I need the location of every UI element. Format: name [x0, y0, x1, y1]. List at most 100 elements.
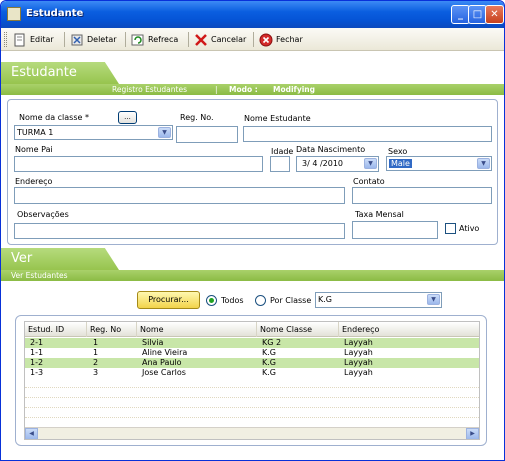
search-class-select[interactable]: K.G ▼	[315, 292, 442, 308]
cell-reg: 1	[93, 338, 99, 347]
empty-row	[25, 398, 479, 408]
class-browse-button[interactable]: ...	[118, 111, 137, 124]
cell-reg: 3	[93, 368, 99, 377]
cell-name: Ana Paulo	[142, 358, 182, 367]
toolbar-separator	[64, 32, 65, 47]
toolbar-grip[interactable]	[4, 32, 7, 47]
cell-class: K.G	[262, 358, 276, 367]
cancel-label: Cancelar	[211, 35, 247, 44]
mode-label: Modo :	[229, 85, 258, 94]
cell-reg: 2	[93, 358, 99, 367]
sex-select-value: Male	[389, 159, 412, 168]
section-title: Ver	[11, 251, 33, 266]
edit-button[interactable]: Editar	[13, 31, 54, 48]
contact-input[interactable]	[352, 187, 492, 204]
chevron-down-icon[interactable]: ▼	[364, 158, 377, 169]
column-header[interactable]: Reg. No	[87, 322, 137, 337]
reg-input[interactable]	[176, 126, 238, 143]
byclass-radio[interactable]	[255, 295, 266, 306]
active-checkbox[interactable]	[445, 223, 456, 234]
empty-row	[25, 378, 479, 388]
class-label: Nome da classe *	[19, 113, 89, 122]
student-name-input[interactable]	[243, 126, 492, 142]
table-row[interactable]: 2-1 1 Silvia KG 2 Layyah	[25, 338, 479, 348]
active-label: Ativo	[459, 224, 480, 233]
father-name-label: Nome Pai	[15, 145, 53, 154]
window-title: Estudante	[26, 8, 84, 19]
cell-name: Aline Vieira	[142, 348, 188, 357]
notes-input[interactable]	[14, 223, 345, 239]
address-input[interactable]	[14, 187, 345, 204]
section-subtitle: Ver Estudantes	[11, 271, 68, 280]
empty-row	[25, 408, 479, 418]
students-grid-panel: Estud. ID Reg. No Nome Nome Classe Ender…	[15, 315, 487, 446]
column-header[interactable]: Endereço	[339, 322, 479, 337]
close-icon	[259, 33, 273, 47]
cell-class: KG 2	[262, 338, 282, 347]
title-bar[interactable]: Estudante _ □ ✕	[1, 1, 504, 28]
chevron-down-icon[interactable]: ▼	[158, 127, 171, 138]
father-name-input[interactable]	[14, 156, 263, 172]
sex-select[interactable]: Male ▼	[386, 156, 492, 171]
toolbar-separator	[253, 32, 254, 47]
edit-icon	[13, 33, 27, 47]
refresh-icon	[131, 33, 145, 47]
toolbar-separator	[125, 32, 126, 47]
monthly-fee-input[interactable]	[352, 221, 438, 239]
cell-address: Layyah	[344, 348, 373, 357]
all-radio[interactable]	[206, 295, 217, 306]
student-form: Nome da classe * ... TURMA 1 ▼ Reg. No. …	[7, 99, 498, 245]
close-button[interactable]: Fechar	[259, 31, 303, 48]
main-window: Estudante _ □ ✕ Editar Deletar Refreca C…	[0, 0, 505, 461]
age-label: Idade	[271, 147, 293, 156]
dob-picker[interactable]: 3/ 4 /2010 ▼	[296, 156, 379, 172]
cell-id: 1-3	[30, 368, 44, 377]
cancel-icon	[194, 33, 208, 47]
student-section-banner: Estudante Registro Estudantes | Modo : M…	[1, 62, 504, 95]
section-tab: Ver	[1, 248, 119, 270]
mode-value: Modifying	[273, 85, 315, 94]
chevron-down-icon[interactable]: ▼	[427, 294, 440, 305]
column-header[interactable]: Estud. ID	[25, 322, 87, 337]
cell-id: 1-2	[30, 358, 44, 367]
toolbar-separator	[188, 32, 189, 47]
students-grid[interactable]: Estud. ID Reg. No Nome Nome Classe Ender…	[24, 321, 480, 440]
cancel-button[interactable]: Cancelar	[194, 31, 246, 48]
dob-label: Data Nascimento	[296, 145, 366, 154]
search-button[interactable]: Procurar...	[137, 291, 200, 309]
close-window-button[interactable]: ✕	[485, 5, 504, 24]
cell-id: 1-1	[30, 348, 44, 357]
class-select[interactable]: TURMA 1 ▼	[14, 125, 173, 140]
table-row[interactable]: 1-3 3 Jose Carlos K.G Layyah	[25, 368, 479, 378]
search-class-value: K.G	[318, 295, 332, 304]
refresh-button[interactable]: Refreca	[131, 31, 178, 48]
chevron-down-icon[interactable]: ▼	[477, 158, 490, 169]
refresh-label: Refreca	[148, 35, 179, 44]
scroll-right-icon[interactable]: ▶	[466, 428, 479, 439]
delete-button[interactable]: Deletar	[70, 31, 117, 48]
column-header[interactable]: Nome	[137, 322, 257, 337]
cell-reg: 1	[93, 348, 99, 357]
delete-icon	[70, 33, 84, 47]
cell-address: Layyah	[344, 358, 373, 367]
section-subtitle: Registro Estudantes	[112, 85, 187, 94]
sex-label: Sexo	[388, 147, 408, 156]
edit-label: Editar	[30, 35, 54, 44]
app-icon	[7, 7, 21, 21]
contact-label: Contato	[353, 177, 385, 186]
section-strip: Ver Estudantes	[1, 270, 504, 281]
address-label: Endereço	[15, 177, 53, 186]
monthly-fee-label: Taxa Mensal	[355, 210, 404, 219]
table-row[interactable]: 1-2 2 Ana Paulo K.G Layyah	[25, 358, 479, 368]
horizontal-scrollbar[interactable]: ◀ ▶	[25, 427, 479, 439]
cell-address: Layyah	[344, 368, 373, 377]
table-row[interactable]: 1-1 1 Aline Vieira K.G Layyah	[25, 348, 479, 358]
age-input[interactable]	[270, 156, 290, 172]
column-header[interactable]: Nome Classe	[257, 322, 339, 337]
reg-label: Reg. No.	[180, 113, 214, 122]
delete-label: Deletar	[87, 35, 117, 44]
view-section-banner: Ver Ver Estudantes	[1, 248, 504, 281]
cell-id: 2-1	[30, 338, 44, 347]
scroll-left-icon[interactable]: ◀	[25, 428, 38, 439]
cell-name: Jose Carlos	[142, 368, 186, 377]
